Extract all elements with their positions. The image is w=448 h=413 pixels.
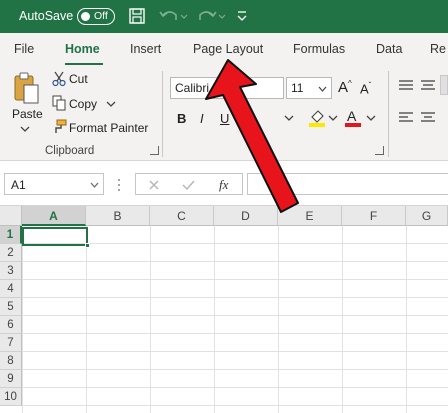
font-name-dropdown[interactable]: Calibri <box>170 77 284 99</box>
underline-button[interactable]: U <box>220 111 229 126</box>
cell-area[interactable] <box>22 226 448 413</box>
row-header-10[interactable]: 10 <box>0 388 22 406</box>
column-header-e[interactable]: E <box>278 206 342 226</box>
font-dialog-launcher[interactable] <box>375 146 384 155</box>
title-bar: AutoSave Off <box>0 0 448 33</box>
toggle-knob <box>81 11 90 21</box>
font-color-icon[interactable]: A <box>344 108 362 128</box>
formula-bar: A1 fx <box>0 161 448 206</box>
customize-toolbar-icon[interactable] <box>236 7 248 25</box>
paste-dropdown-icon[interactable] <box>20 125 30 133</box>
borders-dropdown-icon[interactable] <box>284 114 294 122</box>
fill-color-dropdown-icon[interactable] <box>328 114 338 122</box>
font-color-dropdown-icon[interactable] <box>366 114 376 122</box>
tab-file[interactable]: File <box>14 42 34 56</box>
clipboard-dialog-launcher[interactable] <box>150 146 159 155</box>
row-header-1[interactable]: 1 <box>0 226 22 244</box>
cancel-icon[interactable] <box>148 179 160 191</box>
clipboard-group-label: Clipboard <box>45 145 95 157</box>
format-painter-button[interactable]: Format Painter <box>69 121 148 135</box>
autosave-label: AutoSave <box>19 9 74 23</box>
font-size-value: 11 <box>291 81 304 95</box>
row-header-4[interactable]: 4 <box>0 280 22 298</box>
redo-icon[interactable] <box>196 7 226 25</box>
column-header-g[interactable]: G <box>406 206 448 226</box>
formula-bar-buttons: fx <box>135 173 243 195</box>
ribbon: Paste Cut Copy Format Painter Clipboard … <box>0 65 448 161</box>
bold-button[interactable]: B <box>177 111 186 126</box>
paste-icon[interactable] <box>12 71 42 107</box>
row-header-9[interactable]: 9 <box>0 370 22 388</box>
grow-font-icon[interactable]: A^ <box>338 79 352 96</box>
name-box[interactable]: A1 <box>4 173 104 195</box>
align-left-icon[interactable] <box>398 111 414 123</box>
row-header-5[interactable]: 5 <box>0 298 22 316</box>
ribbon-tabs: File Home Insert Page Layout Formulas Da… <box>0 33 448 65</box>
column-header-f[interactable]: F <box>342 206 406 226</box>
group-separator <box>162 71 163 157</box>
font-group-label: nt <box>257 145 267 157</box>
copy-icon[interactable] <box>52 95 66 111</box>
formula-input[interactable] <box>247 173 448 195</box>
font-size-chevron-icon <box>318 86 327 92</box>
active-cell-a1[interactable] <box>22 227 88 246</box>
column-header-d[interactable]: D <box>214 206 278 226</box>
column-header-a[interactable]: A <box>22 206 86 226</box>
toggle-state-label: Off <box>94 10 108 22</box>
shrink-font-icon[interactable]: Aˇ <box>360 81 371 96</box>
tab-review[interactable]: Re <box>430 42 446 56</box>
bottom-align-button[interactable] <box>440 75 448 95</box>
tab-insert[interactable]: Insert <box>130 42 161 56</box>
tab-data[interactable]: Data <box>376 42 402 56</box>
save-icon[interactable] <box>128 7 146 25</box>
fill-handle[interactable] <box>85 243 90 248</box>
align-center-icon[interactable] <box>420 111 436 123</box>
tab-formulas[interactable]: Formulas <box>293 42 345 56</box>
top-align-icon[interactable] <box>398 79 414 91</box>
tab-home[interactable]: Home <box>65 42 100 56</box>
name-box-value: A1 <box>11 178 26 192</box>
copy-dropdown-icon[interactable] <box>106 100 116 108</box>
row-header-8[interactable]: 8 <box>0 352 22 370</box>
row-header-7[interactable]: 7 <box>0 334 22 352</box>
svg-text:A: A <box>347 108 357 124</box>
group-separator <box>388 71 389 157</box>
autosave-toggle[interactable]: Off <box>77 8 115 25</box>
font-size-dropdown[interactable]: 11 <box>286 77 332 99</box>
copy-button[interactable]: Copy <box>69 97 97 111</box>
font-name-value: Calibri <box>175 81 210 95</box>
format-painter-icon[interactable] <box>52 119 67 135</box>
cut-icon[interactable] <box>52 71 66 87</box>
insert-function-icon[interactable]: fx <box>219 177 228 193</box>
row-header-6[interactable]: 6 <box>0 316 22 334</box>
name-box-chevron-icon <box>90 182 99 188</box>
middle-align-icon[interactable] <box>420 79 436 91</box>
enter-check-icon[interactable] <box>182 179 195 191</box>
tab-page-layout[interactable]: Page Layout <box>193 42 263 56</box>
cut-button[interactable]: Cut <box>69 72 88 86</box>
row-header-3[interactable]: 3 <box>0 262 22 280</box>
row-header-2[interactable]: 2 <box>0 244 22 262</box>
formula-bar-grip-icon[interactable] <box>117 178 121 192</box>
italic-button[interactable]: I <box>200 111 204 126</box>
undo-icon[interactable] <box>158 7 188 25</box>
column-header-c[interactable]: C <box>150 206 214 226</box>
column-header-b[interactable]: B <box>86 206 150 226</box>
paste-button[interactable]: Paste <box>12 107 43 121</box>
fill-color-icon[interactable] <box>308 108 326 128</box>
select-all-corner[interactable] <box>0 206 22 226</box>
